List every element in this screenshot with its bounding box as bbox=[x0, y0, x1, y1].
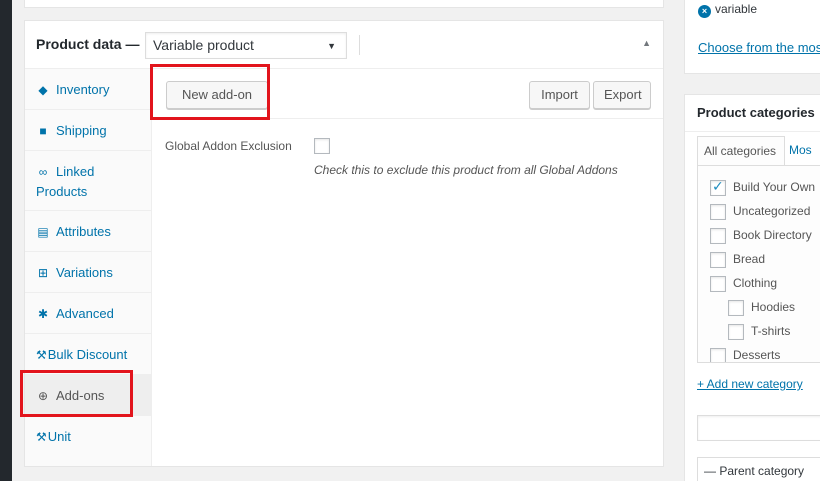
tab-attributes[interactable]: ▤ Attributes bbox=[25, 211, 151, 252]
dropdown-arrow-icon: ▼ bbox=[327, 41, 336, 51]
category-checkbox[interactable] bbox=[710, 276, 726, 292]
tab-label: Bulk Discount bbox=[47, 347, 128, 362]
category-label: Uncategorized bbox=[733, 204, 811, 219]
tag-label: variable bbox=[715, 2, 758, 16]
truck-icon: ■ bbox=[39, 124, 47, 138]
category-checkbox[interactable] bbox=[710, 252, 726, 268]
category-label: Bread bbox=[733, 252, 766, 267]
category-label: Build Your Own bbox=[733, 180, 816, 195]
category-label: Book Directory bbox=[733, 228, 812, 243]
collapse-toggle-icon[interactable]: ▲ bbox=[642, 38, 651, 48]
category-checkbox[interactable] bbox=[710, 348, 726, 362]
tab-bulk-discount[interactable]: ⚒Bulk Discount bbox=[25, 334, 151, 375]
wrench-icon: ⚒ bbox=[36, 430, 47, 444]
category-checkbox[interactable] bbox=[710, 228, 726, 244]
tab-advanced[interactable]: ✱ Advanced bbox=[25, 293, 151, 334]
category-checklist: ✓ Build Your Own Uncategorized Book Direc… bbox=[697, 165, 820, 363]
list-icon: ▤ bbox=[37, 225, 49, 239]
new-category-name-input[interactable] bbox=[697, 415, 820, 441]
remove-tag-icon[interactable]: × bbox=[698, 5, 711, 18]
product-type-select[interactable]: Variable product ▼ bbox=[145, 32, 347, 59]
tab-unit[interactable]: ⚒Unit bbox=[25, 416, 151, 457]
add-ons-panel: New add-on Import Export Global Addon Ex… bbox=[152, 69, 663, 466]
product-categories-box: Product categories All categories Mos ✓ B… bbox=[684, 94, 820, 481]
category-label: Desserts bbox=[733, 348, 781, 363]
tab-label: Variations bbox=[56, 265, 113, 280]
wrench-icon: ⚒ bbox=[36, 348, 47, 362]
previous-panel-edge bbox=[24, 0, 664, 8]
category-item[interactable]: T-shirts bbox=[728, 324, 790, 340]
tag-item: × variable bbox=[698, 2, 757, 18]
new-add-on-highlight-box bbox=[150, 64, 270, 120]
category-label: T-shirts bbox=[751, 324, 791, 339]
checkmark-icon: ✓ bbox=[712, 178, 724, 194]
category-item[interactable]: ✓ Build Your Own bbox=[710, 178, 816, 196]
exclusion-description: Check this to exclude this product from … bbox=[314, 163, 618, 177]
tab-variations[interactable]: ⊞ Variations bbox=[25, 252, 151, 293]
add-new-category-link[interactable]: + Add new category bbox=[697, 377, 803, 391]
global-addon-exclusion-label: Global Addon Exclusion bbox=[165, 139, 292, 153]
tab-all-categories[interactable]: All categories bbox=[697, 136, 785, 166]
header-divider bbox=[359, 35, 360, 55]
product-data-title: Product data — bbox=[36, 36, 140, 52]
link-icon: ∞ bbox=[38, 165, 48, 179]
global-addon-exclusion-checkbox[interactable] bbox=[314, 138, 330, 154]
category-label: Clothing bbox=[733, 276, 778, 291]
tab-inventory[interactable]: ◆ Inventory bbox=[25, 69, 151, 110]
category-item[interactable]: Desserts bbox=[710, 348, 781, 363]
tag-icon: ◆ bbox=[38, 83, 48, 97]
tab-label: Unit bbox=[47, 429, 71, 444]
admin-sidebar-edge bbox=[0, 0, 12, 481]
tab-most-used-categories[interactable]: Mos bbox=[789, 143, 812, 157]
add-ons-tab-highlight-box bbox=[20, 370, 133, 417]
categories-title: Product categories bbox=[697, 105, 815, 120]
category-item[interactable]: Bread bbox=[710, 252, 765, 268]
category-checkbox[interactable] bbox=[728, 300, 744, 316]
category-item[interactable]: Uncategorized bbox=[710, 204, 810, 220]
export-button[interactable]: Export bbox=[593, 81, 651, 109]
gear-icon: ✱ bbox=[37, 307, 49, 321]
tab-label: Inventory bbox=[56, 82, 110, 97]
tab-label: Attributes bbox=[56, 224, 111, 239]
tab-label: Shipping bbox=[56, 123, 107, 138]
parent-category-select[interactable]: — Parent category bbox=[697, 457, 820, 481]
product-data-header: Product data — Variable product ▼ ▲ bbox=[25, 21, 663, 69]
choose-most-used-tags-link[interactable]: Choose from the mos bbox=[698, 40, 820, 55]
tab-label: Advanced bbox=[56, 306, 114, 321]
category-checkbox[interactable] bbox=[710, 204, 726, 220]
categories-header-divider bbox=[685, 131, 820, 132]
category-item[interactable]: Book Directory bbox=[710, 228, 812, 244]
tab-shipping[interactable]: ■ Shipping bbox=[25, 110, 151, 151]
category-checkbox[interactable] bbox=[728, 324, 744, 340]
category-item[interactable]: Clothing bbox=[710, 276, 777, 292]
import-button[interactable]: Import bbox=[529, 81, 590, 109]
category-checkbox[interactable]: ✓ bbox=[710, 178, 726, 196]
product-tags-box: × variable Choose from the mos bbox=[684, 0, 820, 74]
category-item[interactable]: Hoodies bbox=[728, 300, 795, 316]
grid-icon: ⊞ bbox=[37, 266, 49, 280]
category-label: Hoodies bbox=[751, 300, 796, 315]
tab-linked-products[interactable]: ∞ Linked Products bbox=[25, 151, 151, 211]
product-type-value: Variable product bbox=[153, 37, 254, 53]
